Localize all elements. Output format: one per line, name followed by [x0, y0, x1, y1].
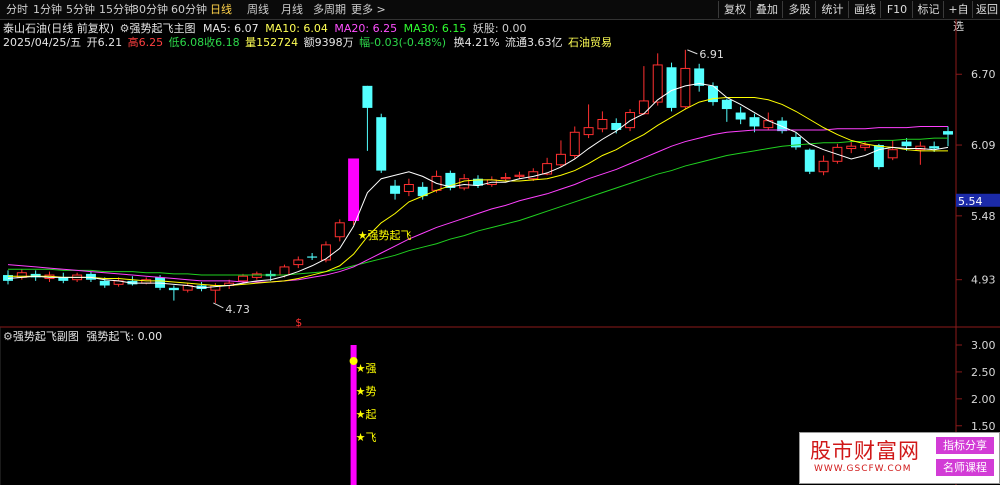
sub-char-2: ★起 — [356, 408, 377, 421]
watermark-tag-course: 名师课程 — [936, 459, 994, 476]
candle-body-up — [320, 244, 331, 261]
candles-group — [3, 49, 953, 303]
high-pointer — [687, 49, 698, 55]
candle-body-down — [804, 149, 815, 172]
candle-body-down — [929, 146, 940, 149]
candle-body-down — [362, 85, 373, 108]
sub-info-line: ⚙强势起飞副图 强势起飞: 0.00 — [3, 328, 162, 344]
candle-body-up — [680, 67, 691, 108]
watermark-tag-share: 指标分享 — [936, 437, 994, 454]
candle-body-down — [168, 287, 179, 291]
sub-settings-icon[interactable]: ⚙ — [3, 330, 13, 343]
candle-body-up — [279, 266, 290, 276]
candle-body-down — [873, 145, 884, 168]
high-label: 6.91 — [699, 48, 724, 61]
ma5-line — [7, 83, 949, 289]
ma10-line — [8, 96, 948, 286]
price-badge-label: 5.54 — [958, 195, 983, 208]
candle-body-up — [652, 64, 663, 103]
signal-label: ★强势起飞 — [358, 229, 412, 242]
watermark-box: 股市财富网 WWW.GSCFW.COM 指标分享 名师课程 — [799, 432, 1000, 484]
candle-body-up — [818, 160, 829, 173]
candle-body-down — [85, 273, 96, 280]
price-axis-label: 5.48 — [971, 210, 996, 223]
ma-lines-group — [7, 83, 949, 289]
candle-body-down — [376, 117, 387, 171]
price-axis-label: 6.09 — [971, 139, 996, 152]
candle-body-up — [638, 100, 649, 115]
sub-char-0: ★强 — [356, 362, 377, 375]
candle-body-up — [846, 145, 857, 150]
watermark-brand: 股市财富网 — [810, 439, 920, 463]
candle-body-up — [514, 174, 525, 177]
price-axis-label: 6.70 — [971, 68, 996, 81]
candle-body-down — [943, 131, 953, 135]
candle-body-up — [459, 178, 470, 189]
sub-char-3: ★飞 — [356, 431, 377, 444]
sub-value: 强势起飞: 0.00 — [86, 330, 163, 343]
candle-body-down — [155, 277, 166, 288]
candle-body-up — [860, 144, 871, 148]
candle-body-up — [625, 112, 636, 129]
candle-body-up — [251, 273, 262, 278]
sub-axis-label: 1.50 — [971, 420, 996, 433]
sub-title[interactable]: 强势起飞副图 — [13, 330, 79, 343]
candle-body-up — [597, 119, 608, 130]
sub-char-1: ★势 — [356, 385, 377, 398]
candle-body-up — [583, 127, 594, 136]
price-axis-label: 4.93 — [971, 274, 996, 287]
kline-chart[interactable]: 6.914.73★强势起飞$ ★强★势★起★飞3.002.502.001.501… — [0, 0, 1000, 485]
candle-body-up — [238, 275, 248, 282]
candle-body-down — [99, 280, 110, 286]
candle-body-down — [721, 99, 732, 110]
candle-body-down — [735, 112, 746, 120]
signal-candle — [348, 158, 360, 221]
sub-axis-label: 2.00 — [971, 393, 996, 406]
candle-body-up — [403, 184, 414, 192]
low-label: 4.73 — [225, 303, 250, 316]
sub-axis-label: 2.50 — [971, 366, 996, 379]
low-pointer — [213, 302, 224, 309]
candle-body-down — [390, 185, 401, 194]
candle-body-up — [334, 222, 345, 238]
candle-body-up — [569, 131, 580, 156]
candle-body-down — [666, 67, 677, 108]
candle-body-up — [500, 177, 511, 180]
candle-body-down — [749, 117, 760, 127]
candle-body-down — [307, 256, 318, 258]
candle-body-up — [887, 149, 898, 159]
candle-body-up — [293, 259, 304, 266]
candle-body-up — [555, 153, 566, 166]
signal-marker: $ — [295, 316, 302, 329]
candle-body-down — [58, 277, 69, 281]
candle-body-down — [901, 141, 912, 147]
sub-axis-label: 3.00 — [971, 339, 996, 352]
watermark-url: WWW.GSCFW.COM — [814, 464, 912, 474]
price-axis-group: 6.70 6.09 5.48 4.93 5.54 — [956, 68, 1000, 287]
